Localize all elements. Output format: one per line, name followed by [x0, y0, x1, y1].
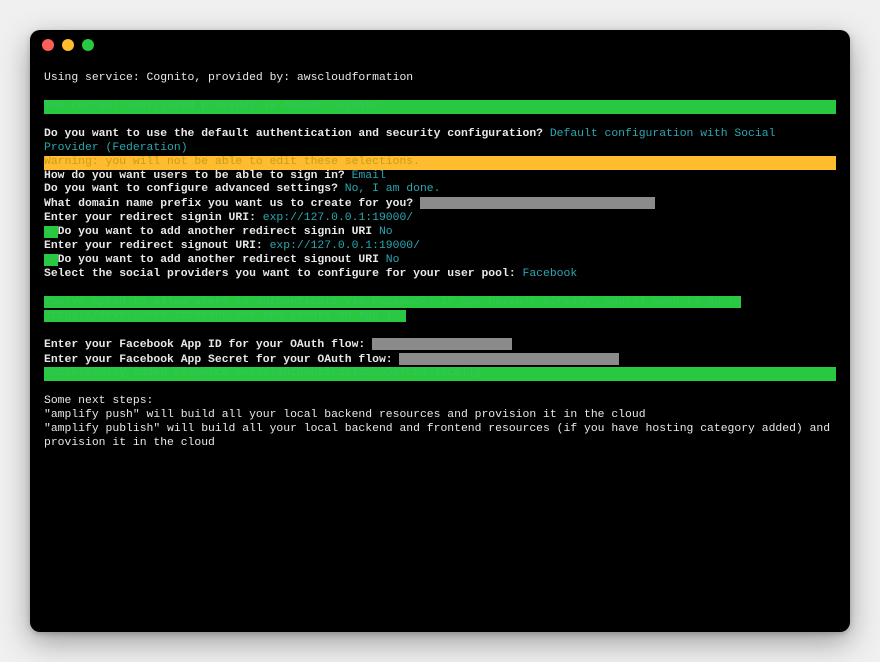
minimize-icon[interactable] — [62, 39, 74, 51]
fb-id-prompt: Enter your Facebook App ID for your OAut… — [44, 339, 372, 351]
default-auth-prompt: Do you want to use the default authentic… — [44, 128, 550, 140]
q-mark-2: ? — [44, 254, 58, 266]
opt-line: You've opted to allow users to authentic… — [44, 296, 741, 322]
signin-prompt: How do you want users to be able to sign… — [44, 170, 352, 182]
warning-line: Warning: you will not be able to edit th… — [44, 156, 836, 170]
advanced-prompt: Do you want to configure advanced settin… — [44, 183, 345, 195]
terminal-window: Using service: Cognito, provided by: aws… — [30, 30, 850, 632]
advanced-answer: No, I am done. — [345, 183, 441, 195]
next-push: "amplify push" will build all your local… — [44, 409, 836, 423]
fb-secret-prompt: Enter your Facebook App Secret for your … — [44, 354, 399, 366]
signout-uri-answer: exp://127.0.0.1:19000/ — [270, 240, 420, 252]
fb-secret-line: Enter your Facebook App Secret for your … — [44, 353, 836, 368]
q-mark-1: ? — [44, 226, 58, 238]
domain-prefix-line: What domain name prefix you want us to c… — [44, 197, 836, 212]
add-signout-line: ? Do you want to add another redirect si… — [44, 254, 836, 268]
redacted-fb-id: x — [372, 338, 512, 350]
close-icon[interactable] — [42, 39, 54, 51]
add-signin-answer: No — [379, 226, 393, 238]
redacted-domain-prefix: x — [420, 197, 655, 209]
signout-uri-prompt: Enter your redirect signout URI: — [44, 240, 270, 252]
signin-uri-answer: exp://127.0.0.1:19000/ — [263, 212, 413, 224]
terminal-body[interactable]: Using service: Cognito, provided by: aws… — [30, 60, 850, 632]
domain-prefix-prompt: What domain name prefix you want us to c… — [44, 198, 420, 210]
maximize-icon[interactable] — [82, 39, 94, 51]
fb-id-line: Enter your Facebook App ID for your OAut… — [44, 338, 836, 353]
select-providers-prompt: Select the social providers you want to … — [44, 268, 523, 280]
advanced-line: Do you want to configure advanced settin… — [44, 183, 836, 197]
signin-answer: Email — [352, 170, 386, 182]
next-publish: "amplify publish" will build all your lo… — [44, 423, 836, 451]
service-line: Using service: Cognito, provided by: aws… — [44, 72, 836, 86]
titlebar — [30, 30, 850, 60]
signin-uri-prompt: Enter your redirect signin URI: — [44, 212, 263, 224]
signin-line: How do you want users to be able to sign… — [44, 170, 836, 184]
select-providers-line: Select the social providers you want to … — [44, 268, 836, 282]
add-signout-prompt: Do you want to add another redirect sign… — [58, 254, 386, 266]
signout-uri-line: Enter your redirect signout URI: exp://1… — [44, 240, 836, 254]
add-signout-answer: No — [386, 254, 400, 266]
signin-uri-line: Enter your redirect signin URI: exp://12… — [44, 212, 836, 226]
next-steps-header: Some next steps: — [44, 395, 836, 409]
add-signin-line: ? Do you want to add another redirect si… — [44, 226, 836, 240]
select-providers-answer: Facebook — [523, 268, 578, 280]
provider-line: The current configured provider is Amazo… — [44, 100, 836, 114]
redacted-fb-secret: x — [399, 353, 619, 365]
add-signin-prompt: Do you want to add another redirect sign… — [58, 226, 379, 238]
success-line: Successfully added resource socialauthen… — [44, 367, 836, 381]
